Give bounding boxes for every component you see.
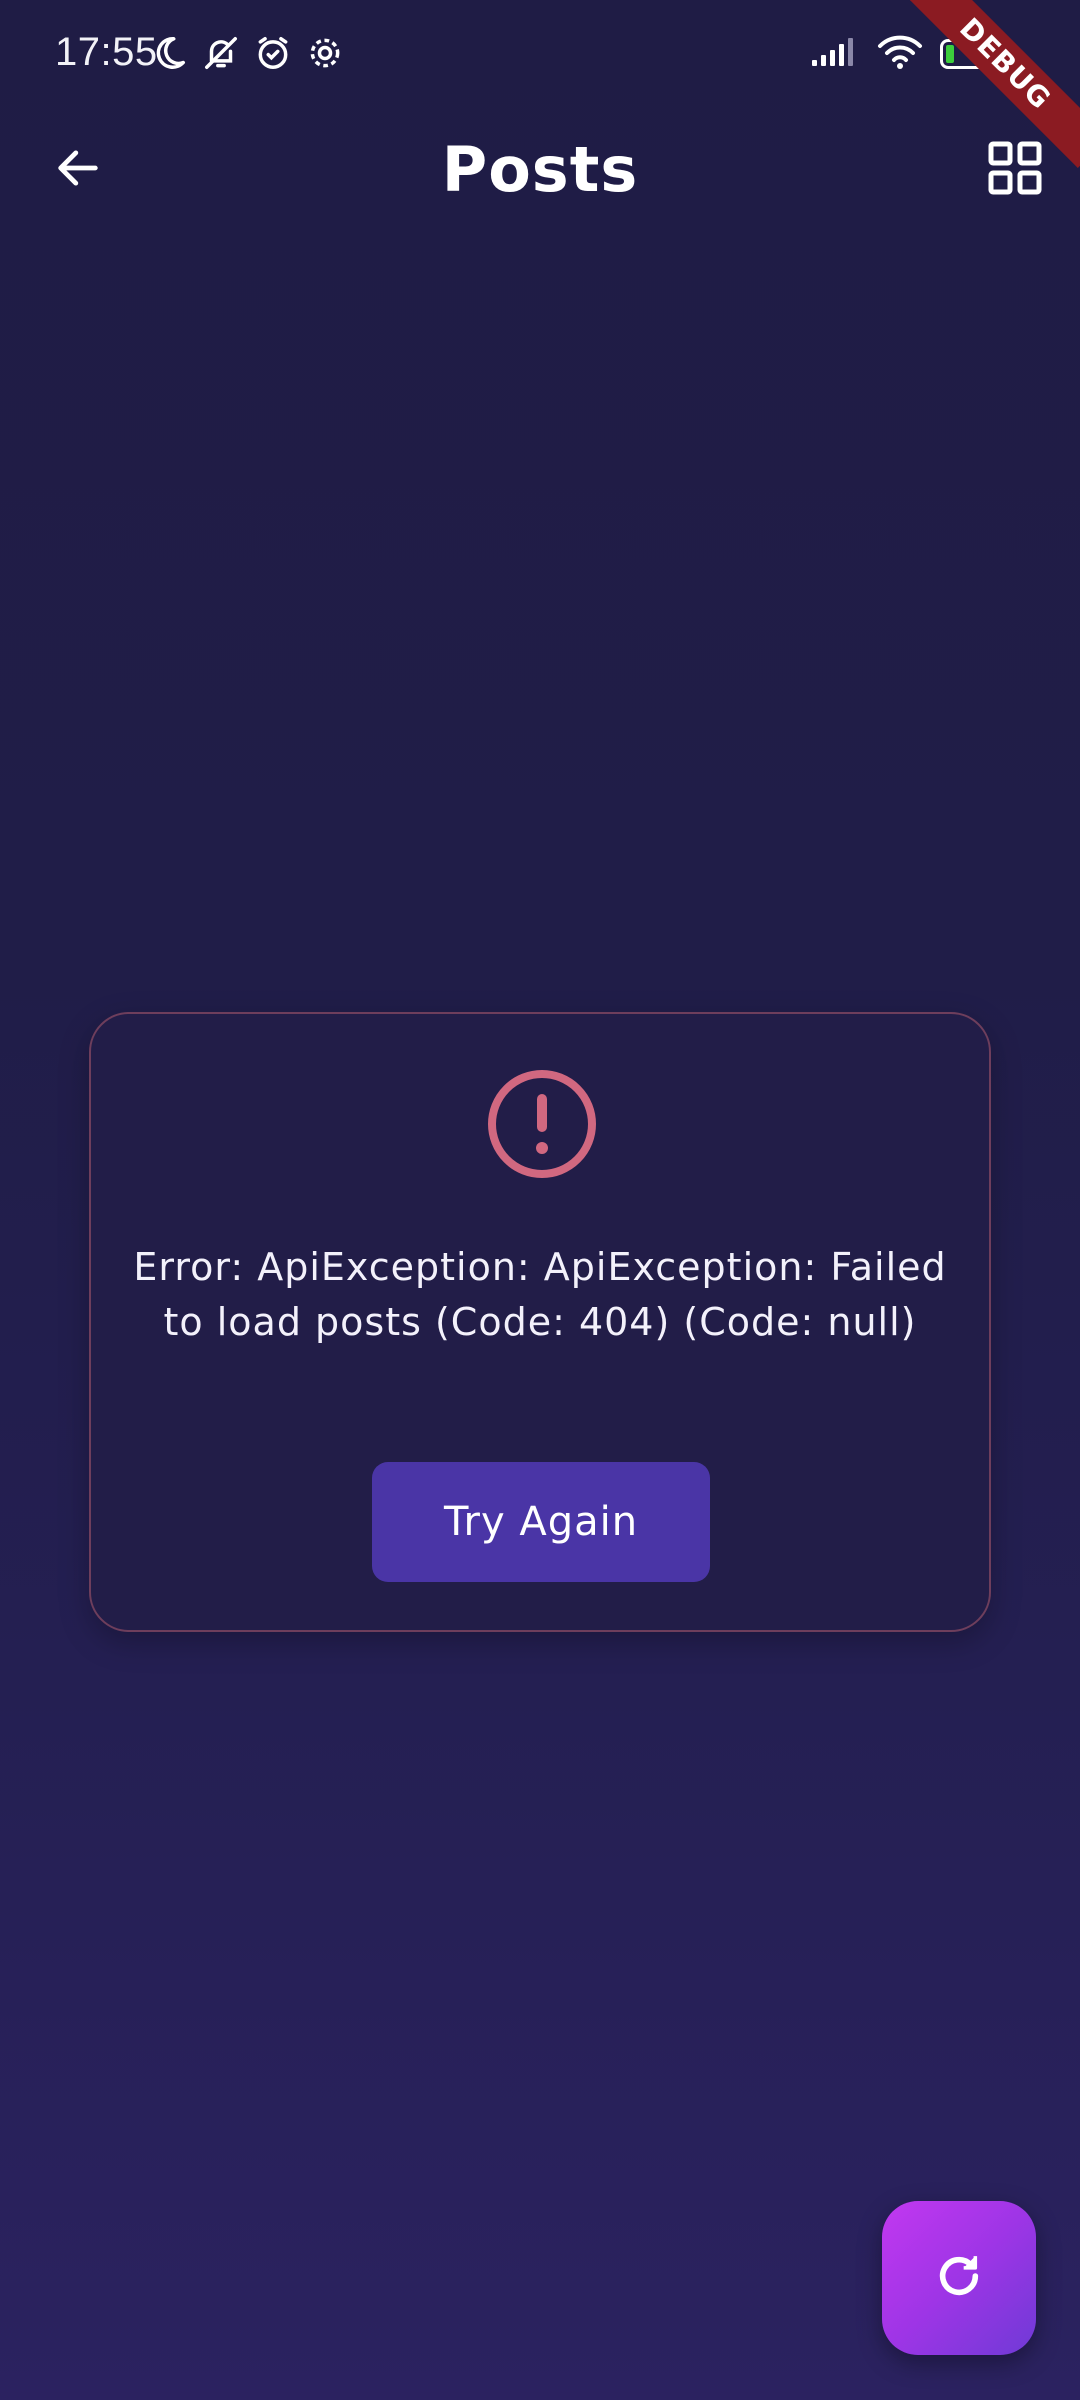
- page-title: Posts: [441, 133, 639, 206]
- refresh-fab[interactable]: [882, 2201, 1036, 2355]
- signal-icon: [810, 36, 860, 72]
- status-bar: 17:55 19: [0, 0, 1080, 115]
- grid-view-icon: [987, 140, 1043, 200]
- view-toggle-button[interactable]: [980, 135, 1050, 205]
- error-card: Error: ApiException: ApiException: Faile…: [89, 1012, 991, 1632]
- status-time: 17:55: [55, 30, 158, 74]
- wifi-icon: [876, 34, 924, 74]
- refresh-icon: [931, 2248, 987, 2308]
- try-again-button[interactable]: Try Again: [372, 1462, 710, 1582]
- battery-cap: [999, 50, 1003, 60]
- alert-circle-icon: [486, 1068, 598, 1180]
- app-bar: Posts: [0, 115, 1080, 225]
- battery-icon: 19: [940, 39, 1003, 69]
- settings-gear-icon: [306, 34, 344, 72]
- battery-fill: [946, 45, 954, 63]
- status-icons-right: 19: [810, 34, 1003, 74]
- error-message: Error: ApiException: ApiException: Faile…: [133, 1245, 947, 1344]
- alarm-icon: [254, 34, 292, 72]
- bell-off-icon: [202, 34, 240, 72]
- battery-level: 19: [968, 43, 991, 65]
- moon-icon: [150, 34, 188, 72]
- status-icons-left: [150, 34, 344, 72]
